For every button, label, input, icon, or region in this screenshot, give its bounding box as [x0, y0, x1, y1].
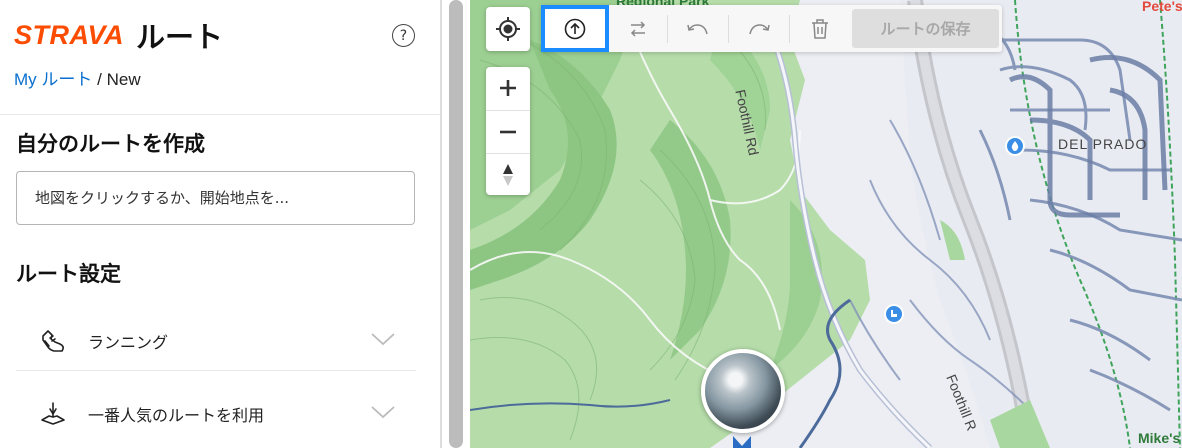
location-marker-icon [733, 436, 751, 448]
running-shoe-icon [36, 324, 70, 358]
popular-routes-dropdown[interactable]: 一番人気のルートを利用 [16, 384, 416, 444]
upload-button[interactable] [541, 5, 609, 52]
route-settings-heading: ルート設定 [16, 262, 121, 286]
popular-routes-label: 一番人気のルートを利用 [88, 406, 265, 425]
locate-me-button[interactable] [486, 7, 530, 51]
activity-type-dropdown[interactable]: ランニング [16, 311, 416, 371]
reverse-route-button[interactable] [609, 5, 667, 52]
map-canvas[interactable]: Regional Park Foothill Rd Foothill R DEL… [470, 0, 1182, 448]
breadcrumb-my-routes-link[interactable]: My ルート [14, 70, 92, 89]
page-title: ルート [136, 20, 224, 54]
save-route-button[interactable]: ルートの保存 [852, 9, 999, 48]
route-toolbar: ルートの保存 [541, 5, 1002, 52]
map-terrain [470, 0, 1182, 448]
water-drop-icon[interactable] [1005, 136, 1025, 156]
activity-type-label: ランニング [88, 332, 169, 352]
breadcrumb-separator: / [97, 70, 102, 89]
map-label-del-prado: DEL PRADO [1058, 136, 1148, 152]
seat-icon[interactable] [884, 304, 904, 324]
breadcrumb: My ルート / New [14, 65, 141, 90]
zoom-controls [486, 67, 530, 195]
zoom-in-button[interactable] [486, 67, 530, 109]
compass-button[interactable] [486, 153, 530, 195]
divider [0, 114, 440, 115]
panel-scrollbar[interactable] [441, 0, 470, 448]
help-icon[interactable]: ? [392, 24, 415, 47]
create-route-heading: 自分のルートを作成 [16, 132, 205, 156]
minus-icon [500, 130, 516, 133]
popularity-routing-icon [36, 397, 70, 431]
redo-button[interactable] [729, 5, 789, 52]
help-glyph: ? [399, 27, 408, 44]
scrollbar-thumb[interactable] [449, 0, 463, 448]
strava-logo[interactable]: STRAVA [14, 20, 124, 51]
undo-icon [687, 23, 708, 34]
chevron-down-icon [371, 406, 395, 419]
map-label-petes: Pete's [1142, 0, 1182, 14]
upload-icon [564, 18, 586, 39]
undo-button[interactable] [668, 5, 728, 52]
compass-icon [503, 163, 513, 186]
zoom-out-button[interactable] [486, 110, 530, 152]
redo-icon [749, 23, 770, 34]
delete-route-button[interactable] [790, 5, 850, 52]
reverse-route-icon [630, 20, 646, 37]
route-builder-panel: STRAVA ルート ? My ルート / New 自分のルートを作成 ルート設… [0, 0, 441, 448]
athlete-avatar[interactable] [701, 349, 785, 433]
breadcrumb-current: New [106, 70, 141, 89]
plus-icon [500, 80, 516, 96]
app-header: STRAVA ルート [14, 14, 223, 56]
map-label-mikes: Mike's [1138, 430, 1181, 446]
chevron-down-icon [371, 333, 395, 346]
start-location-search-input[interactable] [16, 171, 415, 225]
crosshair-icon [496, 17, 520, 41]
trash-icon [812, 18, 828, 39]
